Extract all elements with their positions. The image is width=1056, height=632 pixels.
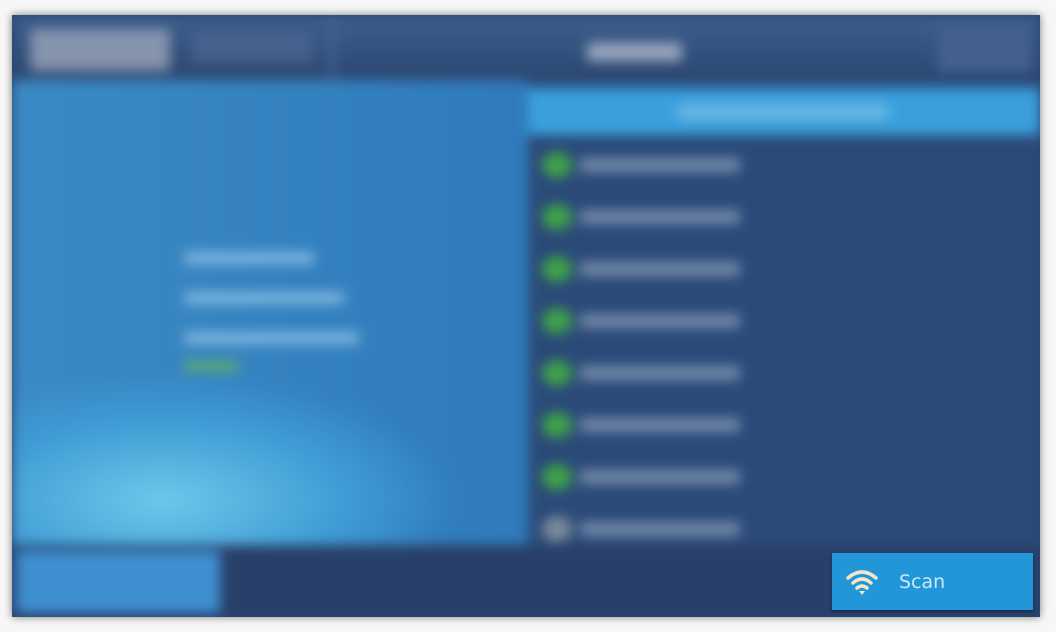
list-item[interactable]: [542, 204, 762, 230]
header: [12, 15, 1040, 80]
status-icon: [542, 412, 572, 438]
header-divider: [330, 15, 334, 80]
list-item[interactable]: [542, 516, 762, 542]
app-window: Scan: [12, 15, 1040, 617]
status-icon: [542, 464, 572, 490]
status-icon: [542, 516, 572, 542]
blurred-background: [12, 15, 1040, 617]
list-item[interactable]: [542, 152, 762, 178]
status-icon: [542, 152, 572, 178]
scan-label: Scan: [899, 570, 946, 593]
list-item[interactable]: [542, 256, 762, 282]
device-list-header: [528, 88, 1040, 135]
status-icon: [542, 308, 572, 334]
info-text-line: [184, 360, 239, 372]
status-icon: [542, 204, 572, 230]
wifi-icon: [846, 569, 878, 595]
status-icon: [542, 256, 572, 282]
info-text-line: [184, 332, 359, 344]
list-item[interactable]: [542, 360, 762, 386]
header-title: [587, 43, 682, 61]
list-item[interactable]: [542, 464, 762, 490]
header-menu-button[interactable]: [937, 27, 1032, 72]
device-list-panel: [528, 80, 1040, 545]
status-icon: [542, 360, 572, 386]
scan-button[interactable]: Scan: [832, 553, 1033, 610]
logo: [30, 29, 170, 71]
info-panel: [12, 80, 528, 545]
list-item[interactable]: [542, 412, 762, 438]
list-item[interactable]: [542, 308, 762, 334]
bottom-left-button[interactable]: [16, 551, 220, 613]
header-subtitle: [192, 33, 312, 63]
info-text-line: [184, 292, 344, 304]
info-text-line: [184, 252, 314, 264]
